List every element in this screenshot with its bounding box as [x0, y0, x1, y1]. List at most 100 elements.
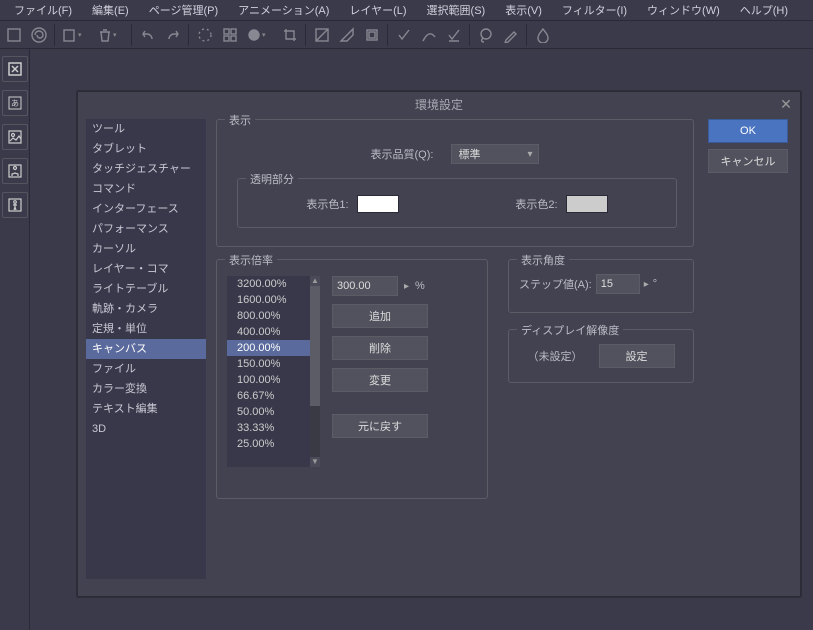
- dialog-title-bar: 環境設定 ✕: [78, 92, 800, 116]
- zoom-item[interactable]: 1600.00%: [227, 292, 320, 308]
- close-icon[interactable]: ✕: [778, 96, 794, 112]
- svg-text:あ: あ: [11, 99, 19, 108]
- zoom-add-button[interactable]: 追加: [332, 304, 428, 328]
- category-item[interactable]: タブレット: [86, 139, 206, 159]
- zoom-delete-button[interactable]: 削除: [332, 336, 428, 360]
- zoom-reset-button[interactable]: 元に戻す: [332, 414, 428, 438]
- angle-step-input[interactable]: [596, 274, 640, 294]
- tool-clear-icon[interactable]: [2, 24, 26, 46]
- menu-file[interactable]: ファイル(F): [4, 0, 82, 20]
- crop-icon[interactable]: [278, 24, 302, 46]
- category-item[interactable]: 3D: [86, 419, 206, 439]
- category-item[interactable]: カーソル: [86, 239, 206, 259]
- category-item[interactable]: 軌跡・カメラ: [86, 299, 206, 319]
- shape1-icon[interactable]: [310, 24, 334, 46]
- transparent-legend: 透明部分: [246, 171, 298, 187]
- category-item[interactable]: インターフェース: [86, 199, 206, 219]
- zoom-item[interactable]: 400.00%: [227, 324, 320, 340]
- color2-swatch[interactable]: [566, 195, 608, 213]
- zoom-item[interactable]: 50.00%: [227, 404, 320, 420]
- cancel-button[interactable]: キャンセル: [708, 149, 788, 173]
- drop-icon[interactable]: [531, 24, 555, 46]
- redo-icon[interactable]: [161, 24, 185, 46]
- tool-delete-icon[interactable]: ▾: [94, 24, 128, 46]
- chevron-right-icon[interactable]: ▸: [644, 279, 649, 290]
- zoom-item[interactable]: 33.33%: [227, 420, 320, 436]
- zoom-item[interactable]: 200.00%: [227, 340, 320, 356]
- fill-icon[interactable]: ▾: [243, 24, 277, 46]
- zoom-input[interactable]: [332, 276, 398, 296]
- color1-swatch[interactable]: [357, 195, 399, 213]
- menu-help[interactable]: ヘルプ(H): [730, 0, 798, 20]
- category-item[interactable]: ファイル: [86, 359, 206, 379]
- category-item[interactable]: ツール: [86, 119, 206, 139]
- settings-panel: OK キャンセル 表示 表示品質(Q): 標準 ▾ 透明部分: [216, 119, 792, 588]
- zoom-item[interactable]: 66.67%: [227, 388, 320, 404]
- ok-button[interactable]: OK: [708, 119, 788, 143]
- category-item[interactable]: テキスト編集: [86, 399, 206, 419]
- zoom-unit: %: [415, 280, 425, 292]
- display-group: 表示 表示品質(Q): 標準 ▾ 透明部分 表示色1:: [216, 119, 694, 247]
- display-legend: 表示: [225, 112, 255, 128]
- scroll-thumb[interactable]: [310, 286, 320, 406]
- zoom-item[interactable]: 25.00%: [227, 436, 320, 452]
- category-item[interactable]: カラー変換: [86, 379, 206, 399]
- zoom-legend: 表示倍率: [225, 252, 277, 268]
- category-item[interactable]: パフォーマンス: [86, 219, 206, 239]
- resolution-legend: ディスプレイ解像度: [517, 322, 623, 338]
- zoom-item[interactable]: 100.00%: [227, 372, 320, 388]
- category-item[interactable]: ライトテーブル: [86, 279, 206, 299]
- menu-page[interactable]: ページ管理(P): [139, 0, 228, 20]
- category-item[interactable]: 定規・単位: [86, 319, 206, 339]
- dialog-title: 環境設定: [415, 96, 463, 113]
- menu-select[interactable]: 選択範囲(S): [417, 0, 496, 20]
- resolution-status: （未設定）: [528, 348, 583, 364]
- category-item[interactable]: キャンバス: [86, 339, 206, 359]
- dock-close-icon[interactable]: [2, 56, 28, 82]
- dock-pose-icon[interactable]: [2, 192, 28, 218]
- menu-bar: ファイル(F) 編集(E) ページ管理(P) アニメーション(A) レイヤー(L…: [0, 0, 813, 21]
- menu-animation[interactable]: アニメーション(A): [228, 0, 339, 20]
- edit-icon[interactable]: [442, 24, 466, 46]
- category-item[interactable]: レイヤー・コマ: [86, 259, 206, 279]
- category-item[interactable]: コマンド: [86, 179, 206, 199]
- tool-new-icon[interactable]: ▾: [59, 24, 93, 46]
- menu-edit[interactable]: 編集(E): [82, 0, 139, 20]
- pen-icon[interactable]: [499, 24, 523, 46]
- angle-group: 表示角度 ステップ値(A): ▸ °: [508, 259, 694, 313]
- tool-swirl-icon[interactable]: [27, 24, 51, 46]
- category-list[interactable]: ツールタブレットタッチジェスチャーコマンドインターフェースパフォーマンスカーソル…: [86, 119, 206, 579]
- menu-window[interactable]: ウィンドウ(W): [637, 0, 730, 20]
- resolution-set-button[interactable]: 設定: [599, 344, 675, 368]
- dock-image-icon[interactable]: [2, 124, 28, 150]
- curve-icon[interactable]: [417, 24, 441, 46]
- zoom-change-button[interactable]: 変更: [332, 368, 428, 392]
- category-item[interactable]: タッチジェスチャー: [86, 159, 206, 179]
- dock-person-icon[interactable]: [2, 158, 28, 184]
- lasso-icon[interactable]: [474, 24, 498, 46]
- quality-select[interactable]: 標準 ▾: [451, 144, 539, 164]
- dock-translate-icon[interactable]: あ: [2, 90, 28, 116]
- undo-icon[interactable]: [136, 24, 160, 46]
- zoom-item[interactable]: 150.00%: [227, 356, 320, 372]
- menu-layer[interactable]: レイヤー(L): [339, 0, 416, 20]
- color1-label: 表示色1:: [306, 196, 348, 212]
- preferences-dialog: 環境設定 ✕ ツールタブレットタッチジェスチャーコマンドインターフェースパフォー…: [77, 91, 801, 597]
- shape2-icon[interactable]: [335, 24, 359, 46]
- loading-icon[interactable]: [193, 24, 217, 46]
- scrollbar[interactable]: ▲ ▼: [310, 276, 320, 467]
- menu-filter[interactable]: フィルター(I): [552, 0, 637, 20]
- shape3-icon[interactable]: [360, 24, 384, 46]
- zoom-item[interactable]: 3200.00%: [227, 276, 320, 292]
- zoom-item[interactable]: 800.00%: [227, 308, 320, 324]
- grid-icon[interactable]: [218, 24, 242, 46]
- toolbar: ▾ ▾ ▾: [0, 21, 813, 49]
- scroll-up-icon[interactable]: ▲: [311, 276, 319, 286]
- scroll-down-icon[interactable]: ▼: [311, 457, 319, 467]
- quality-label: 表示品質(Q):: [371, 146, 434, 162]
- zoom-list[interactable]: 3200.00%1600.00%800.00%400.00%200.00%150…: [227, 276, 320, 467]
- check-icon[interactable]: [392, 24, 416, 46]
- chevron-right-icon[interactable]: ▸: [404, 281, 409, 292]
- zoom-group: 表示倍率 3200.00%1600.00%800.00%400.00%200.0…: [216, 259, 488, 499]
- menu-view[interactable]: 表示(V): [495, 0, 552, 20]
